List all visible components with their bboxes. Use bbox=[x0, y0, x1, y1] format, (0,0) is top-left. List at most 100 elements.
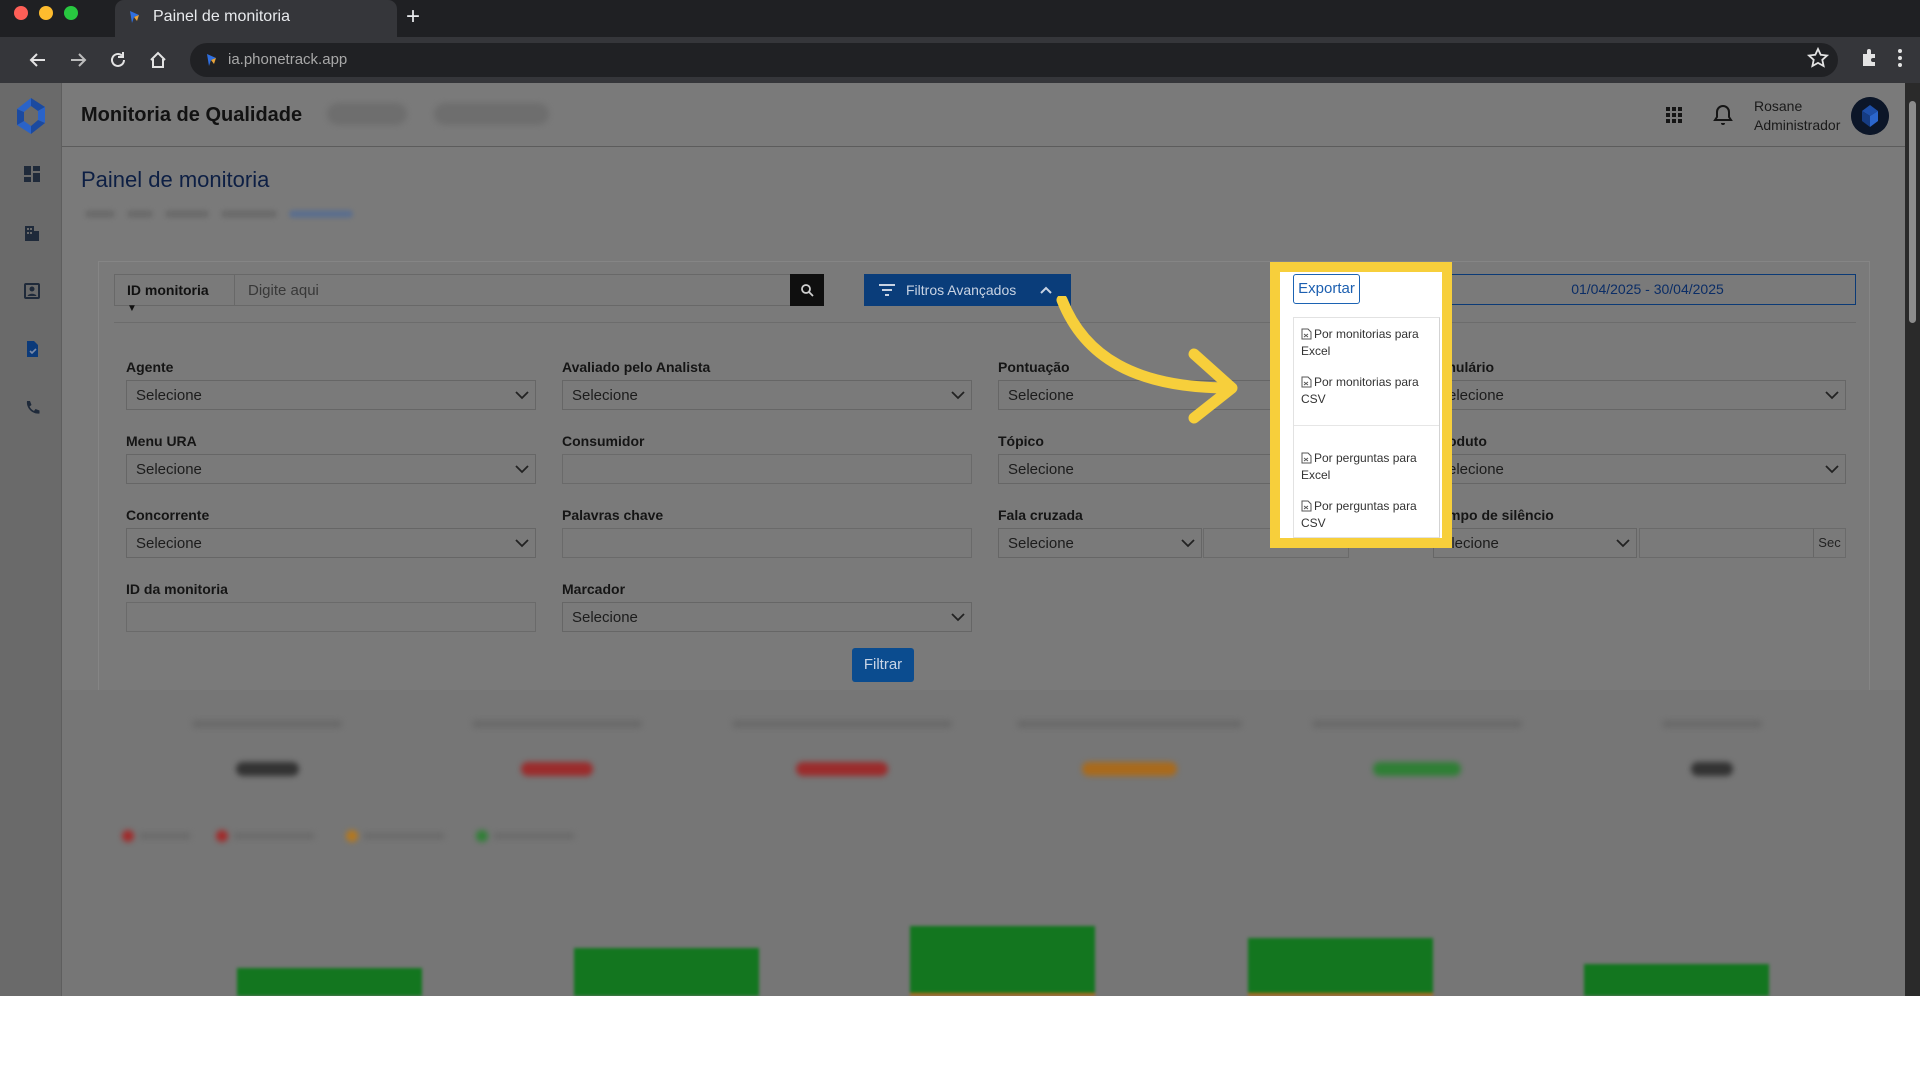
kpi-card bbox=[192, 720, 342, 820]
concorrente-select[interactable]: Selecione bbox=[126, 528, 536, 558]
header-blurred-pill[interactable] bbox=[434, 103, 549, 125]
chevron-down-icon bbox=[1181, 539, 1195, 548]
chevron-down-icon bbox=[1616, 539, 1630, 548]
fala-cruzada-select[interactable]: Selecione bbox=[998, 528, 1202, 558]
chart-bar bbox=[237, 968, 422, 996]
select-value: elecione bbox=[1448, 387, 1504, 404]
reload-icon[interactable] bbox=[104, 46, 132, 74]
contact-card-icon[interactable] bbox=[22, 281, 42, 301]
date-range-picker[interactable]: 01/04/2025 - 30/04/2025 bbox=[1439, 274, 1856, 305]
breadcrumb[interactable] bbox=[85, 205, 455, 219]
menu-ura-label: Menu URA bbox=[126, 433, 197, 449]
back-icon[interactable] bbox=[24, 46, 52, 74]
search-input[interactable] bbox=[236, 275, 789, 305]
app-title: Monitoria de Qualidade bbox=[81, 104, 303, 126]
kpi-card bbox=[1017, 720, 1242, 820]
chart-bar bbox=[574, 948, 759, 996]
export-perguntas-excel[interactable]: Por perguntas para Excel bbox=[1301, 450, 1435, 484]
select-value: Selecione bbox=[572, 387, 638, 404]
chevron-down-icon bbox=[951, 391, 965, 400]
phonetrack-logo-icon[interactable] bbox=[10, 95, 52, 137]
formulario-select[interactable]: elecione bbox=[1438, 380, 1846, 410]
chevron-up-icon bbox=[1040, 286, 1052, 294]
filter-card: ID monitoria ▼ Filtros Avançados 01/04/2… bbox=[98, 261, 1870, 691]
menu-item-label: Por monitorias para CSV bbox=[1301, 375, 1419, 406]
id-monitoria-label: ID da monitoria bbox=[126, 581, 228, 597]
browser-menu-icon[interactable] bbox=[1894, 46, 1906, 70]
extensions-puzzle-icon[interactable] bbox=[1858, 46, 1882, 70]
chevron-down-icon bbox=[1825, 391, 1839, 400]
menu-item-label: Por perguntas para CSV bbox=[1301, 499, 1417, 530]
seconds-unit-label: Sec bbox=[1813, 529, 1845, 557]
browser-tab[interactable]: Painel de monitoria bbox=[115, 0, 397, 37]
user-info[interactable]: Rosane Administrador bbox=[1754, 97, 1840, 135]
topico-label: Tópico bbox=[998, 433, 1044, 449]
avaliado-select[interactable]: Selecione bbox=[562, 380, 972, 410]
id-monitoria-input[interactable] bbox=[126, 602, 536, 632]
agente-select[interactable]: Selecione bbox=[126, 380, 536, 410]
file-icon bbox=[1301, 328, 1312, 340]
export-dropdown-menu: Por monitorias para Excel Por monitorias… bbox=[1293, 317, 1440, 538]
select-value: Selecione bbox=[136, 461, 202, 478]
menu-ura-select[interactable]: Selecione bbox=[126, 454, 536, 484]
caret-down-icon: ▼ bbox=[127, 303, 137, 314]
kpi-card bbox=[1312, 720, 1522, 820]
app-root: Monitoria de Qualidade Rosane Administra… bbox=[0, 83, 1920, 996]
select-value: elecione bbox=[1448, 461, 1504, 478]
card-divider bbox=[114, 322, 1856, 323]
export-button[interactable]: Exportar bbox=[1293, 274, 1360, 304]
tempo-silencio-input[interactable]: Sec bbox=[1639, 528, 1846, 558]
dashboard-icon[interactable] bbox=[22, 164, 42, 184]
scrollbar-thumb[interactable] bbox=[1909, 101, 1916, 323]
annotation-arrow-icon bbox=[1056, 296, 1238, 424]
page-title: Painel de monitoria bbox=[81, 167, 270, 192]
kpi-card bbox=[1662, 720, 1762, 820]
window-close-button[interactable] bbox=[14, 6, 28, 20]
browser-tab-bar: Painel de monitoria + bbox=[0, 0, 1920, 37]
url-text: ia.phonetrack.app bbox=[228, 51, 348, 68]
advanced-filters-button[interactable]: Filtros Avançados bbox=[864, 274, 1071, 306]
advanced-filters-label: Filtros Avançados bbox=[906, 282, 1017, 298]
chart-legend-blurred bbox=[122, 830, 574, 842]
phone-icon[interactable] bbox=[22, 398, 42, 418]
new-tab-button[interactable]: + bbox=[406, 4, 420, 30]
screenshot-stage: Painel de monitoria + ia.phonetrack.app bbox=[0, 0, 1920, 996]
browser-toolbar: ia.phonetrack.app bbox=[0, 37, 1920, 83]
chevron-down-icon bbox=[515, 391, 529, 400]
window-minimize-button[interactable] bbox=[39, 6, 53, 20]
address-bar[interactable]: ia.phonetrack.app bbox=[190, 43, 1838, 77]
header-blurred-pill[interactable] bbox=[327, 103, 407, 125]
apps-grid-icon[interactable] bbox=[1664, 105, 1684, 125]
menu-item-label: Por monitorias para Excel bbox=[1301, 327, 1419, 358]
chart-bar bbox=[1248, 938, 1433, 996]
search-button[interactable] bbox=[790, 274, 824, 306]
palavras-chave-input[interactable] bbox=[562, 528, 972, 558]
export-monitorias-csv[interactable]: Por monitorias para CSV bbox=[1301, 374, 1435, 408]
marcador-select[interactable]: Selecione bbox=[562, 602, 972, 632]
export-monitorias-excel[interactable]: Por monitorias para Excel bbox=[1301, 326, 1435, 360]
export-perguntas-csv[interactable]: Por perguntas para CSV bbox=[1301, 498, 1435, 532]
window-maximize-button[interactable] bbox=[64, 6, 78, 20]
notifications-bell-icon[interactable] bbox=[1713, 104, 1733, 126]
avaliado-label: Avaliado pelo Analista bbox=[562, 359, 711, 375]
user-avatar[interactable] bbox=[1851, 97, 1889, 135]
chevron-down-icon bbox=[515, 465, 529, 474]
filter-button[interactable]: Filtrar bbox=[852, 648, 914, 682]
forward-icon[interactable] bbox=[64, 46, 92, 74]
building-icon[interactable] bbox=[22, 223, 42, 243]
bookmark-star-icon[interactable] bbox=[1806, 46, 1830, 70]
monitoring-document-icon[interactable] bbox=[22, 339, 42, 359]
select-value: Selecione bbox=[1008, 461, 1074, 478]
phonetrack-favicon-icon bbox=[130, 11, 139, 23]
search-field-select[interactable]: ID monitoria ▼ bbox=[115, 275, 235, 314]
dashboard-blurred-area bbox=[62, 690, 1905, 996]
chevron-down-icon bbox=[1825, 465, 1839, 474]
consumidor-input[interactable] bbox=[562, 454, 972, 484]
chart-bar bbox=[1584, 964, 1769, 996]
file-icon bbox=[1301, 500, 1312, 512]
kpi-card bbox=[472, 720, 642, 820]
home-icon[interactable] bbox=[144, 46, 172, 74]
page-scrollbar[interactable] bbox=[1905, 83, 1920, 996]
produto-select[interactable]: elecione bbox=[1438, 454, 1846, 484]
tempo-silencio-select[interactable]: elecione bbox=[1433, 528, 1637, 558]
